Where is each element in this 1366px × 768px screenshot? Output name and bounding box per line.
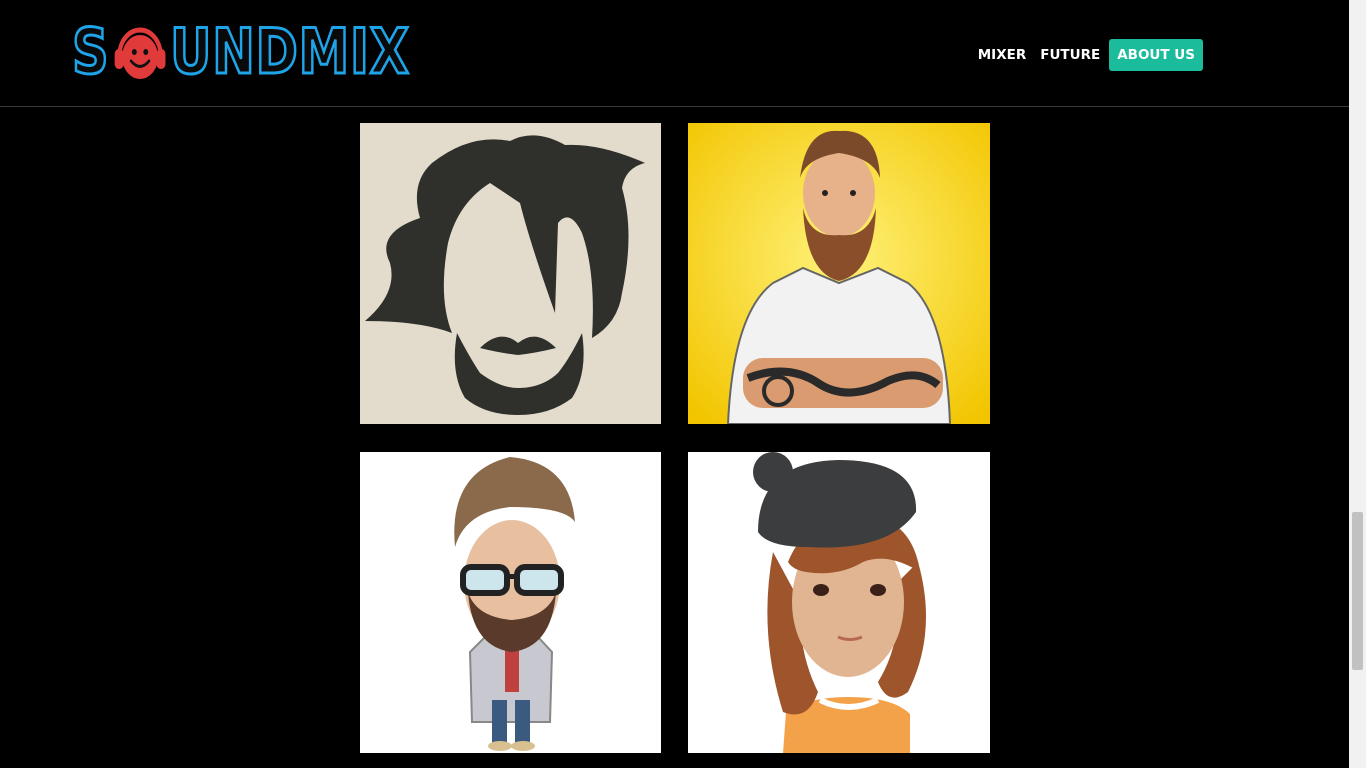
avatar-card[interactable] [360,452,661,753]
nav-link-future[interactable]: FUTURE [1033,39,1107,71]
hipster-glasses-man-icon [360,452,661,753]
brand-logo-text: S UNDMIX [71,15,410,88]
main-nav: MIXER FUTURE ABOUT US [971,39,1203,71]
navbar: S UNDMIX MIXER FUTURE ABOUT US [0,0,1349,107]
avatar-card[interactable] [360,123,661,424]
page-scrollbar[interactable] [1349,0,1366,768]
avatar-card[interactable] [688,452,990,753]
avatar-card[interactable] [688,123,990,424]
avatar-gallery [360,123,990,753]
nav-link-mixer[interactable]: MIXER [971,39,1033,71]
brand-logo[interactable]: S UNDMIX [71,15,418,88]
bearded-tattooed-man-icon [688,123,990,424]
hair-beard-silhouette-icon [360,123,661,424]
scrollbar-thumb[interactable] [1352,512,1363,670]
woman-beret-icon [688,452,990,753]
brand-prefix: S [71,15,110,88]
headphone-smiley-icon [114,27,166,79]
brand-suffix: UNDMIX [169,15,410,88]
nav-link-about-us[interactable]: ABOUT US [1109,39,1203,71]
